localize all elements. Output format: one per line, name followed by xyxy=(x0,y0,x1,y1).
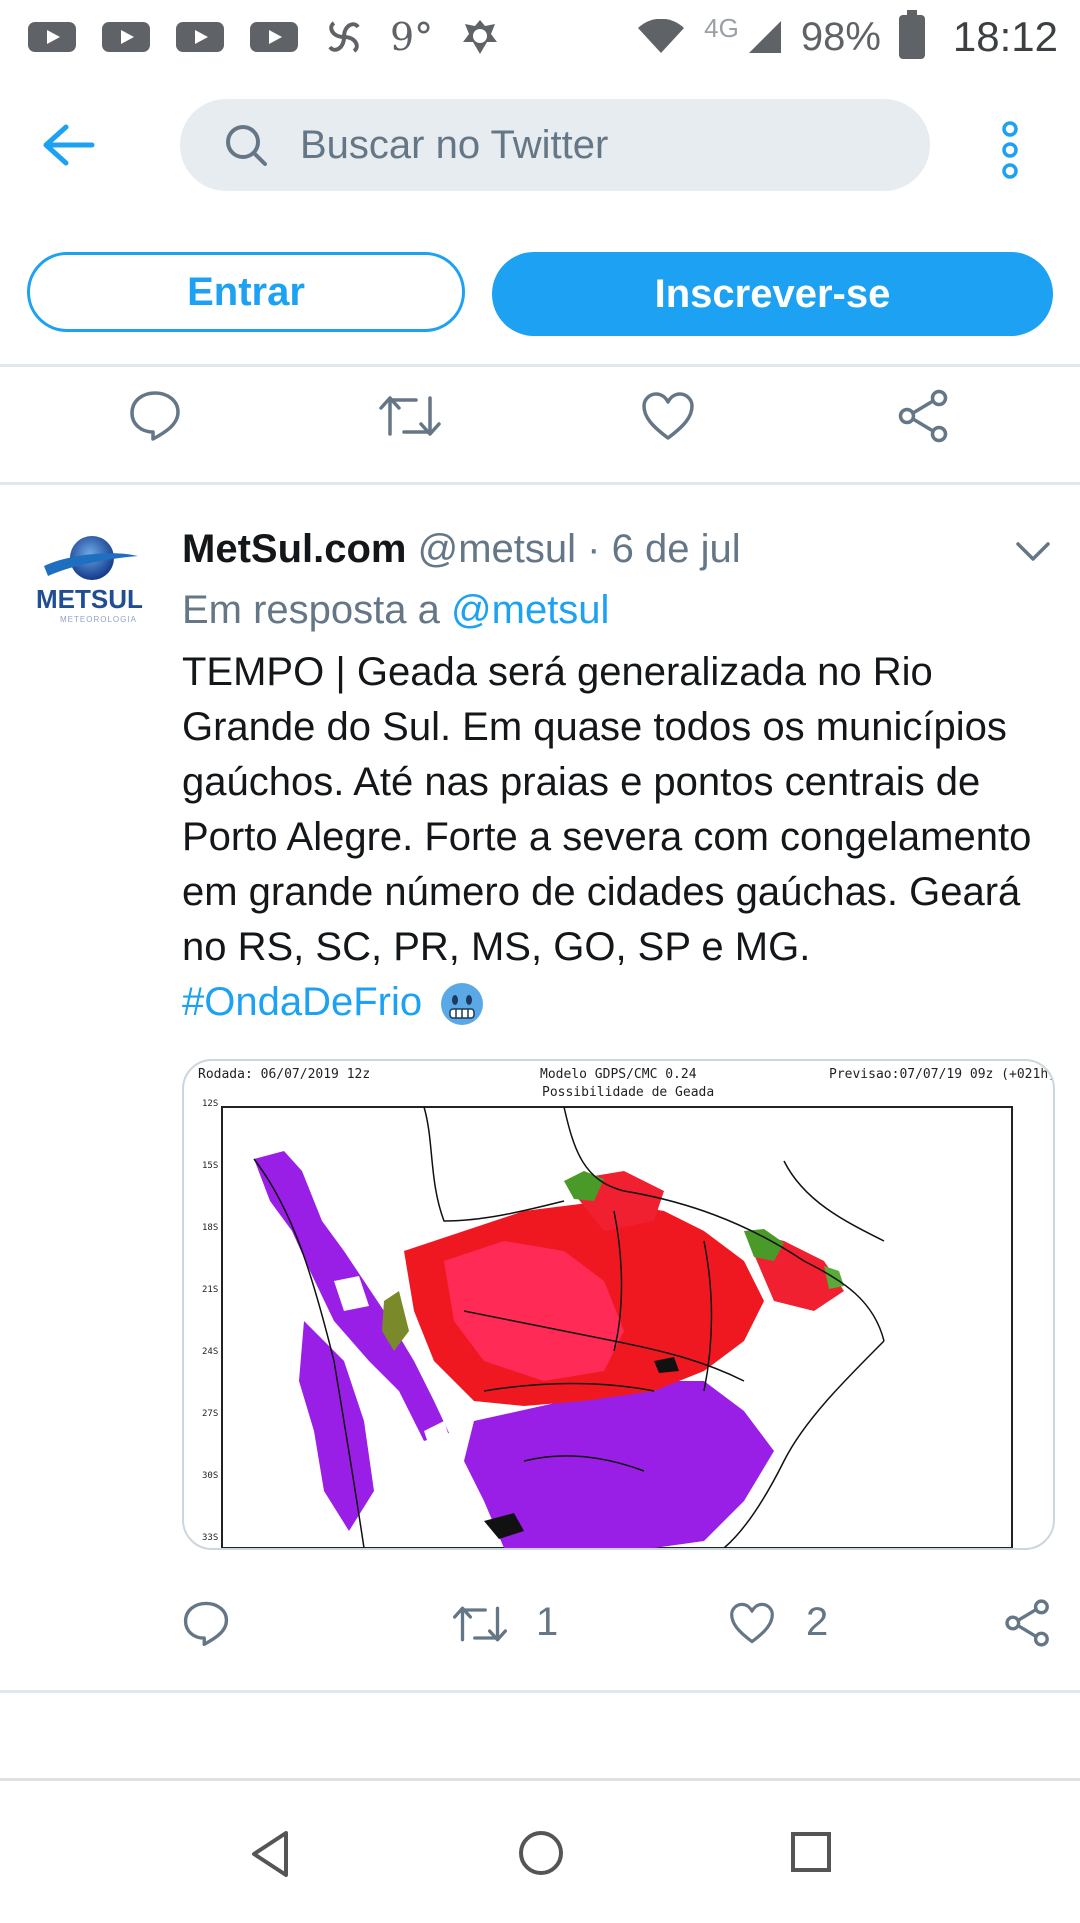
signal-icon xyxy=(748,21,781,53)
youtube-icon xyxy=(176,22,224,52)
tweet-text: TEMPO | Geada será generalizada no Rio G… xyxy=(182,645,1052,1030)
like-icon[interactable] xyxy=(728,1601,776,1645)
more-options-icon[interactable] xyxy=(995,120,1025,180)
search-bar[interactable] xyxy=(180,99,930,191)
author-handle[interactable]: @metsul xyxy=(418,527,576,571)
like-icon[interactable] xyxy=(640,390,696,442)
tweet-header: MetSul.com @metsul · 6 de jul xyxy=(182,527,741,572)
retweet-icon[interactable] xyxy=(452,1603,508,1645)
metsul-logo: METSUL METEOROLOGIA xyxy=(36,536,143,624)
separator: · xyxy=(587,527,601,571)
nav-back-icon[interactable] xyxy=(248,1829,292,1879)
reply-handle-link[interactable]: @metsul xyxy=(451,588,609,632)
clock: 18:12 xyxy=(952,13,1058,60)
status-bar: 9° 4G 98% 18:12 xyxy=(0,0,1080,74)
battery-percent: 98% xyxy=(800,14,881,59)
share-icon[interactable] xyxy=(896,388,952,444)
author-name[interactable]: MetSul.com xyxy=(182,527,406,571)
avatar-text: METSUL xyxy=(36,584,143,614)
tweet-media[interactable]: Rodada: 06/07/2019 12z Modelo GDPS/CMC 0… xyxy=(182,1059,1055,1550)
retweet-icon[interactable] xyxy=(378,392,442,440)
back-arrow-icon[interactable] xyxy=(40,120,100,170)
reply-icon[interactable] xyxy=(128,388,182,442)
battery-icon xyxy=(898,10,925,59)
share-icon[interactable] xyxy=(1003,1598,1053,1648)
previous-tweet-actions xyxy=(0,384,1080,452)
android-nav-bar xyxy=(0,1778,1080,1923)
hashtag-link[interactable]: #OndaDeFrio xyxy=(182,980,422,1024)
retweet-count: 1 xyxy=(536,1600,559,1644)
avatar[interactable]: METSUL METEOROLOGIA xyxy=(34,532,146,632)
youtube-icon xyxy=(250,22,298,52)
top-bar xyxy=(0,95,1080,195)
nav-home-icon[interactable] xyxy=(517,1829,565,1877)
like-count: 2 xyxy=(806,1600,829,1644)
divider xyxy=(0,482,1080,485)
network-type: 4G xyxy=(704,12,739,43)
auth-buttons: Entrar Inscrever-se xyxy=(27,252,1053,336)
notification-icons: 9° xyxy=(28,15,501,59)
signup-button[interactable]: Inscrever-se xyxy=(492,252,1053,336)
system-status: 4G 98% 18:12 xyxy=(636,10,1058,61)
search-input[interactable] xyxy=(298,121,862,169)
temperature-icon: 9° xyxy=(390,15,434,59)
reply-prefix: Em resposta a xyxy=(182,588,440,632)
youtube-icon xyxy=(102,22,150,52)
freezing-face-icon xyxy=(441,983,484,1026)
divider xyxy=(0,1690,1080,1693)
youtube-icon xyxy=(28,22,76,52)
search-icon xyxy=(226,125,267,166)
tweet-actions: 1 2 xyxy=(0,1595,1080,1655)
login-button[interactable]: Entrar xyxy=(27,252,465,332)
reply-icon[interactable] xyxy=(182,1599,230,1647)
frost-map xyxy=(221,1106,1013,1548)
tweet-body: TEMPO | Geada será generalizada no Rio G… xyxy=(182,650,1032,969)
chevron-down-icon[interactable] xyxy=(1015,540,1051,564)
nav-recents-icon[interactable] xyxy=(790,1831,832,1873)
reply-context: Em resposta a @metsul xyxy=(182,588,609,633)
tweet-date[interactable]: 6 de jul xyxy=(612,527,741,571)
wifi-icon xyxy=(638,19,685,53)
bug-icon xyxy=(463,20,498,54)
divider xyxy=(0,364,1080,367)
avatar-subtext: METEOROLOGIA xyxy=(60,615,137,624)
pinwheel-icon xyxy=(328,21,360,53)
